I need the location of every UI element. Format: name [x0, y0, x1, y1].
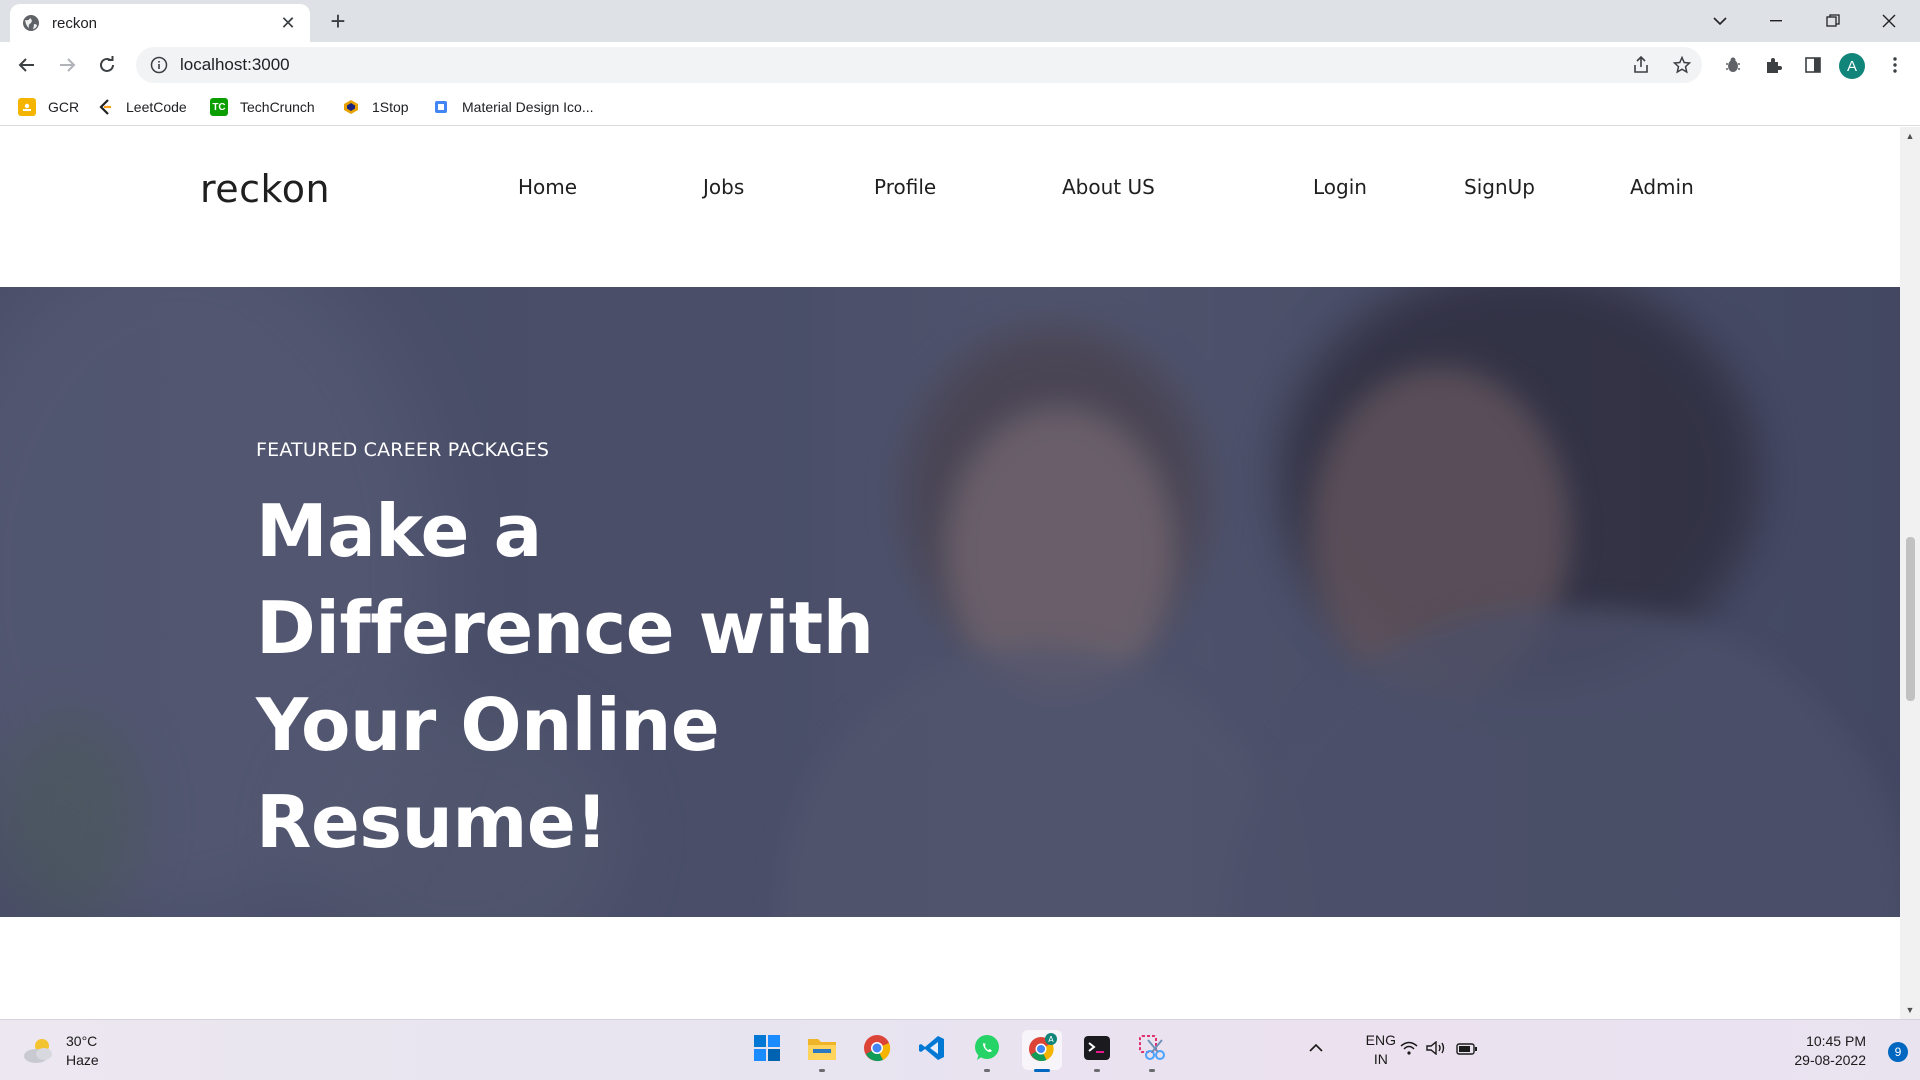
scroll-thumb[interactable] [1906, 537, 1915, 701]
bug-extension-icon[interactable] [1718, 50, 1748, 80]
svg-text:A: A [1048, 1035, 1054, 1044]
chrome-icon [863, 1034, 891, 1067]
url-text: localhost:3000 [180, 55, 290, 74]
weather-widget[interactable]: 30°C Haze [22, 1032, 99, 1070]
taskbar-vs-code[interactable] [912, 1030, 952, 1070]
hero-banner: FEATURED CAREER PACKAGES Make a Differen… [0, 287, 1900, 917]
taskbar-terminal[interactable] [1077, 1030, 1117, 1072]
tab-title: reckon [52, 14, 98, 32]
vs-code-icon [918, 1034, 946, 1067]
taskbar-file-explorer[interactable] [802, 1030, 842, 1072]
hero-headline: Make a Difference with Your Online Resum… [256, 489, 874, 864]
tab-strip: reckon ✕ + [0, 0, 1920, 42]
nav-signup[interactable]: SignUp [1464, 175, 1535, 199]
nav-home[interactable]: Home [518, 175, 577, 199]
nav-about-us[interactable]: About US [1062, 175, 1155, 199]
start-button[interactable] [747, 1030, 787, 1070]
browser-tab[interactable]: reckon ✕ [10, 4, 310, 42]
nav-login[interactable]: Login [1313, 175, 1367, 199]
weather-description: Haze [66, 1052, 99, 1068]
notification-badge[interactable]: 9 [1888, 1042, 1908, 1062]
running-indicator [819, 1069, 825, 1072]
language-code: ENG [1365, 1032, 1396, 1048]
bookmark-label: Material Design Ico... [462, 99, 594, 115]
tab-search-icon[interactable] [1705, 6, 1735, 36]
terminal-icon [1083, 1034, 1111, 1067]
windows-logo-icon [753, 1034, 781, 1067]
bookmark-star-icon[interactable] [1667, 50, 1697, 80]
close-tab-icon[interactable]: ✕ [278, 13, 298, 34]
leetcode-icon [96, 98, 114, 116]
browser-toolbar: localhost:3000 A [0, 42, 1920, 88]
new-tab-button[interactable]: + [324, 8, 352, 36]
bookmark-techcrunch[interactable]: TC TechCrunch [210, 95, 315, 119]
weather-temperature: 30°C [66, 1033, 98, 1049]
chrome-icon: A [1027, 1032, 1057, 1068]
whatsapp-icon [973, 1034, 1001, 1067]
minimize-icon[interactable] [1761, 6, 1791, 36]
clock[interactable]: 10:45 PM 29-08-2022 [1794, 1032, 1866, 1070]
hero-eyebrow: FEATURED CAREER PACKAGES [256, 439, 550, 461]
share-icon[interactable] [1626, 50, 1656, 80]
address-bar[interactable]: localhost:3000 [136, 47, 1702, 83]
profile-avatar[interactable]: A [1839, 53, 1865, 79]
running-indicator [984, 1069, 990, 1072]
taskbar-chrome[interactable] [857, 1030, 897, 1070]
globe-icon [22, 14, 40, 32]
taskbar-chrome-profile[interactable]: A [1022, 1030, 1062, 1072]
running-indicator [1094, 1069, 1100, 1072]
close-window-icon[interactable] [1874, 6, 1904, 36]
bookmarks-bar: GCR LeetCode TC TechCrunch 1Stop Materia… [0, 88, 1920, 126]
volume-icon[interactable] [1426, 1040, 1446, 1058]
scroll-down-icon[interactable]: ▼ [1905, 1005, 1915, 1015]
google-classroom-icon [18, 98, 36, 116]
techcrunch-icon: TC [210, 98, 228, 116]
language-indicator[interactable]: ENG IN [1366, 1031, 1396, 1069]
bookmark-label: LeetCode [126, 99, 187, 115]
bookmark-gcr[interactable]: GCR [18, 95, 79, 119]
bookmark-1stop[interactable]: 1Stop [342, 95, 409, 119]
active-indicator [1034, 1069, 1050, 1072]
nav-jobs[interactable]: Jobs [703, 175, 744, 199]
nav-admin[interactable]: Admin [1630, 175, 1694, 199]
bookmark-label: GCR [48, 99, 80, 115]
scroll-up-icon[interactable]: ▲ [1905, 131, 1915, 141]
folder-icon [807, 1035, 837, 1066]
clock-time: 10:45 PM [1806, 1033, 1866, 1049]
show-hidden-icons-chevron[interactable] [1308, 1040, 1324, 1056]
forward-arrow-icon[interactable] [52, 50, 82, 80]
clock-date: 29-08-2022 [1794, 1052, 1866, 1068]
snipping-tool-icon [1138, 1034, 1166, 1067]
restore-icon[interactable] [1818, 6, 1848, 36]
bookmark-material-design[interactable]: Material Design Ico... [432, 95, 594, 119]
page-scrollbar[interactable]: ▲ ▼ [1900, 127, 1920, 1019]
page-viewport: reckon Home Jobs Profile About US Login … [0, 127, 1920, 1019]
nav-profile[interactable]: Profile [874, 175, 936, 199]
side-panel-icon[interactable] [1798, 50, 1828, 80]
windows-taskbar: 30°C Haze A ENG IN 10:45 PM 29-08-2022 9 [0, 1019, 1920, 1080]
taskbar-whatsapp[interactable] [967, 1030, 1007, 1072]
site-logo[interactable]: reckon [200, 167, 330, 211]
bookmark-leetcode[interactable]: LeetCode [96, 95, 187, 119]
wifi-icon[interactable] [1400, 1041, 1418, 1058]
running-indicator [1149, 1069, 1155, 1072]
battery-icon[interactable] [1456, 1042, 1478, 1058]
site-info-icon[interactable] [150, 56, 168, 74]
partly-cloudy-icon [22, 1036, 56, 1066]
bookmark-label: TechCrunch [240, 99, 315, 115]
site-header: reckon Home Jobs Profile About US Login … [0, 127, 1900, 287]
bookmark-label: 1Stop [372, 99, 409, 115]
more-menu-icon[interactable] [1880, 50, 1910, 80]
material-design-icon [432, 98, 450, 116]
back-arrow-icon[interactable] [12, 50, 42, 80]
language-region: IN [1373, 1051, 1388, 1067]
extensions-puzzle-icon[interactable] [1758, 50, 1788, 80]
1stop-icon [342, 98, 360, 116]
reload-icon[interactable] [92, 50, 122, 80]
taskbar-snipping-tool[interactable] [1132, 1030, 1172, 1072]
